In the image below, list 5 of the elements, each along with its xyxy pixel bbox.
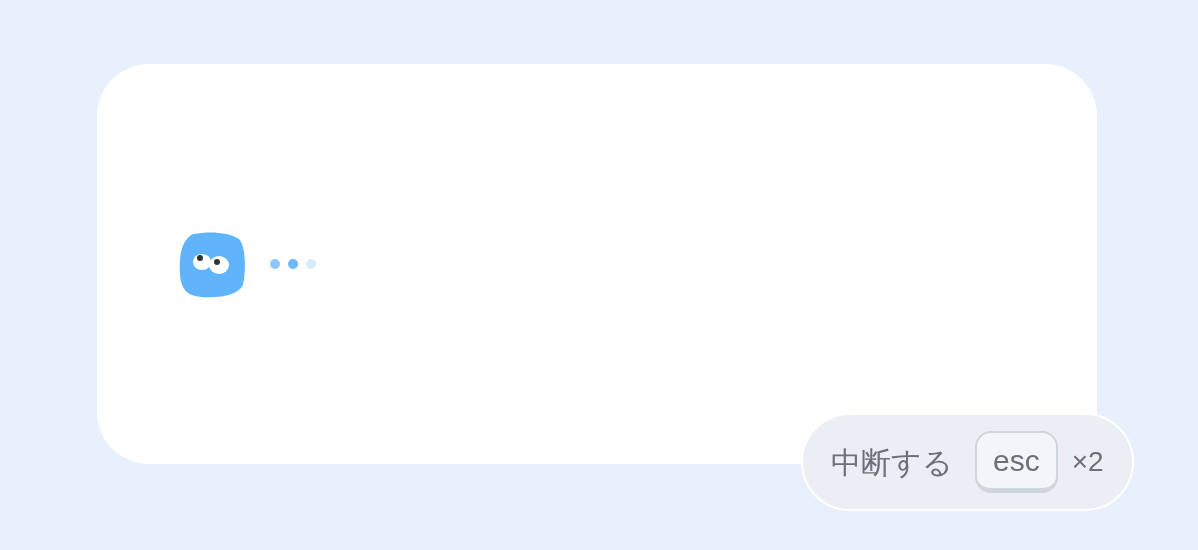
loading-dots-icon	[270, 258, 316, 270]
repeat-count: ×2	[1071, 445, 1104, 479]
mascot-icon	[179, 230, 246, 298]
hint-label: 中断する	[831, 443, 953, 482]
esc-key: esc	[975, 431, 1058, 493]
